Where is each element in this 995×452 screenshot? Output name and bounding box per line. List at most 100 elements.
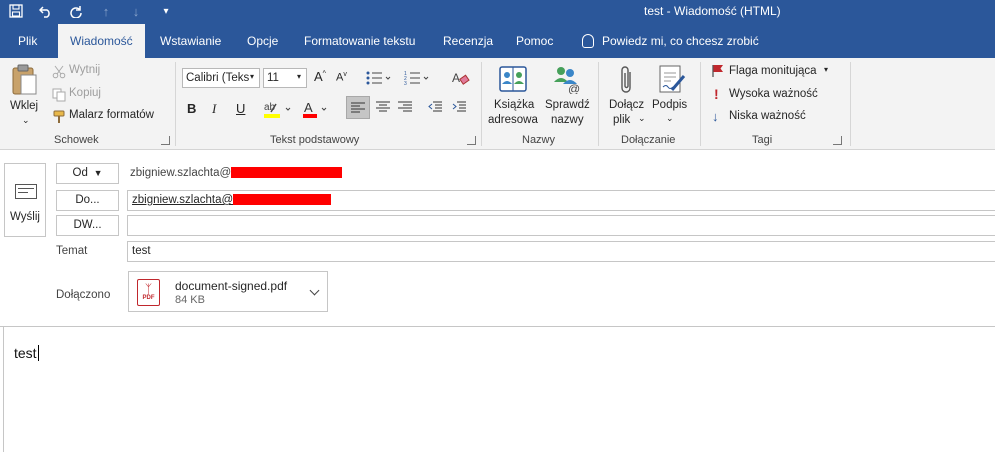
undo-icon[interactable] (38, 4, 54, 20)
save-icon[interactable] (8, 4, 24, 20)
chevron-down-icon: ⌄ (666, 113, 674, 123)
from-button-label: Od (72, 167, 88, 179)
group-divider (850, 62, 851, 146)
pdf-file-icon: ᛉ PDF (137, 279, 160, 306)
group-label-include: Dołączanie (621, 134, 676, 146)
paintbrush-icon (53, 110, 65, 123)
paste-button[interactable]: Wklej ⌄ (6, 62, 44, 128)
send-button[interactable]: Wyślij (4, 163, 46, 237)
cc-field[interactable] (127, 215, 995, 236)
italic-button[interactable]: I (212, 101, 216, 117)
customize-icon[interactable]: ▾ (158, 4, 174, 20)
chevron-down-icon: ▾ (250, 72, 255, 81)
group-divider (598, 62, 599, 146)
group-divider (700, 62, 701, 146)
bullets-icon[interactable] (366, 70, 392, 86)
tab-insert[interactable]: Wstawianie (160, 24, 221, 58)
tab-review[interactable]: Recenzja (443, 24, 493, 58)
tags-launcher-icon[interactable] (833, 136, 842, 145)
send-label: Wyślij (10, 211, 40, 223)
tab-message[interactable]: Wiadomość (58, 24, 145, 58)
cut-button[interactable]: Wytnij (52, 64, 112, 80)
basic-text-launcher-icon[interactable] (467, 136, 476, 145)
check-names-label-2: nazwy (551, 114, 584, 126)
copy-icon (52, 88, 66, 102)
numbering-icon[interactable]: 123 (404, 70, 430, 86)
cc-button[interactable]: DW... (56, 215, 119, 236)
shrink-font-icon[interactable]: Av (336, 71, 347, 84)
group-divider (481, 62, 482, 146)
format-painter-label: Malarz formatów (69, 109, 154, 121)
font-name-select[interactable]: Calibri (Teks ▾ (182, 68, 260, 88)
high-importance-label: Wysoka ważność (729, 88, 818, 100)
chevron-down-icon: ▼ (91, 168, 103, 178)
address-book-label-2: adresowa (488, 114, 538, 126)
body-left-border (3, 327, 4, 452)
body-text-container: test (14, 345, 39, 361)
check-names-icon: @ (554, 67, 580, 94)
message-body[interactable]: test (0, 326, 995, 452)
follow-up-button[interactable]: Flaga monitująca ▾ (710, 64, 840, 80)
chevron-down-icon[interactable] (309, 285, 320, 296)
signature-icon (659, 65, 686, 93)
chevron-down-icon: ▾ (297, 72, 302, 81)
ribbon-tabs: Plik Wiadomość Wstawianie Opcje Formatow… (0, 24, 995, 58)
attach-file-button[interactable]: Dołącz plik ⌄ (606, 62, 650, 130)
text-cursor (37, 345, 39, 361)
format-painter-button[interactable]: Malarz formatów (52, 109, 162, 125)
underline-button[interactable]: U (236, 101, 245, 116)
tab-file[interactable]: Plik (18, 24, 37, 58)
tab-format-text[interactable]: Formatowanie tekstu (304, 24, 415, 58)
address-book-button[interactable]: Książka adresowa (486, 62, 542, 130)
tab-options[interactable]: Opcje (247, 24, 278, 58)
lightbulb-icon (582, 33, 594, 48)
redaction-bar (233, 194, 332, 206)
attachment-item[interactable]: ᛉ PDF document-signed.pdf 84 KB (128, 271, 328, 312)
signature-button[interactable]: Podpis ⌄ (650, 62, 692, 130)
font-name-value: Calibri (Teks (186, 72, 250, 84)
low-importance-label: Niska ważność (729, 110, 806, 122)
chevron-down-icon: ▾ (824, 65, 829, 74)
down-arrow-icon: ↓ (712, 109, 719, 124)
copy-button[interactable]: Kopiuj (52, 87, 112, 103)
attachment-size: 84 KB (175, 294, 205, 306)
attach-file-label-1: Dołącz (609, 99, 645, 111)
grow-font-icon[interactable]: A^ (314, 69, 326, 84)
quick-access-toolbar: ↑ ↓ ▾ (8, 0, 174, 24)
align-right-icon[interactable] (398, 101, 412, 113)
increase-indent-icon[interactable] (452, 101, 466, 113)
clear-formatting-icon[interactable]: A (452, 69, 470, 87)
follow-up-label: Flaga monitująca (729, 65, 817, 77)
svg-text:@: @ (568, 82, 580, 94)
svg-text:A: A (304, 100, 313, 115)
clipboard-icon (12, 64, 37, 95)
highlighter-icon[interactable]: ab (262, 99, 294, 119)
to-button[interactable]: Do... (56, 190, 119, 211)
flag-icon (712, 65, 723, 77)
clipboard-launcher-icon[interactable] (161, 136, 170, 145)
to-field[interactable]: zbigniew.szlachta@ (127, 190, 995, 211)
check-names-button[interactable]: @ Sprawdź nazwy (543, 62, 591, 130)
high-importance-button[interactable]: ! Wysoka ważność (710, 86, 830, 103)
bold-button[interactable]: B (187, 101, 196, 116)
from-button[interactable]: Od ▼ (56, 163, 119, 184)
up-icon[interactable]: ↑ (98, 4, 114, 20)
attachment-name: document-signed.pdf (175, 279, 288, 293)
pdf-badge: PDF (142, 295, 155, 301)
window-title: test - Wiadomość (HTML) (644, 4, 781, 18)
scissors-icon (52, 65, 66, 79)
font-size-select[interactable]: 11 ▾ (263, 68, 307, 88)
down-icon[interactable]: ↓ (128, 4, 144, 20)
align-left-button[interactable] (346, 96, 370, 119)
redo-icon[interactable] (68, 4, 84, 20)
align-center-icon[interactable] (376, 101, 390, 113)
svg-text:A: A (452, 71, 460, 85)
group-label-names: Nazwy (522, 134, 556, 146)
font-color-icon[interactable]: A (301, 99, 331, 119)
chevron-down-icon: ⌄ (638, 113, 646, 123)
tell-me-search[interactable]: Powiedz mi, co chcesz zrobić (582, 24, 759, 58)
tab-help[interactable]: Pomoc (516, 24, 553, 58)
low-importance-button[interactable]: ↓ Niska ważność (710, 109, 830, 125)
subject-field[interactable]: test (127, 241, 995, 262)
decrease-indent-icon[interactable] (428, 101, 442, 113)
